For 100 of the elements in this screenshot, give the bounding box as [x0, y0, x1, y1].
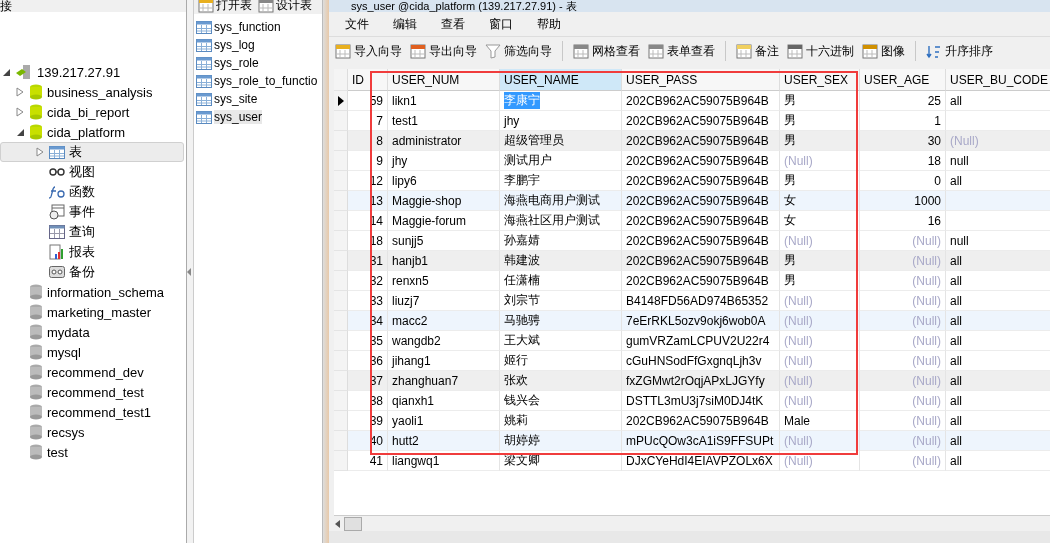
toolbar-button[interactable]: 表单查看: [646, 42, 717, 60]
design-table-icon: [258, 0, 274, 13]
tree-item[interactable]: 查询: [69, 223, 95, 241]
tree-item[interactable]: 139.217.27.91: [37, 64, 121, 80]
scroll-left-icon[interactable]: [334, 519, 342, 528]
column-header[interactable]: USER_AGE: [860, 69, 946, 91]
splitter-arrow-icon[interactable]: [187, 267, 192, 276]
tree-item[interactable]: test: [47, 444, 68, 460]
table-row[interactable]: 9 jhy 测试用户 202CB962AC59075B964B (Null) 18 null: [334, 151, 1050, 171]
tree-item[interactable]: cida_bi_report: [47, 104, 130, 120]
table-list-item[interactable]: sys_function: [214, 20, 281, 34]
table-cell: 202CB962AC59075B964B: [626, 133, 769, 148]
tree-item[interactable]: recommend_dev: [47, 364, 144, 380]
toolbar-button[interactable]: 打开表: [198, 0, 252, 14]
menu-item[interactable]: 编辑: [381, 15, 429, 33]
tree-item[interactable]: 表: [69, 143, 82, 161]
column-header[interactable]: USER_NAME: [500, 69, 622, 91]
toolbar-button[interactable]: 导入向导: [333, 42, 404, 60]
table-cell: (Null): [912, 333, 941, 348]
import-icon: [335, 43, 351, 59]
table-cell: yaoli1: [392, 413, 424, 428]
table-cell: (Null): [912, 413, 941, 428]
table-list-item[interactable]: sys_user: [214, 110, 263, 124]
tree-item[interactable]: 视图: [69, 163, 95, 181]
toolbar-button[interactable]: 十六进制: [785, 42, 856, 60]
table-cell: cGuHNSodFfGxgnqLjh3v: [626, 353, 762, 368]
table-cell: 0: [934, 173, 941, 188]
open-table-icon: [198, 0, 214, 13]
table-cell: 海燕社区用户测试: [504, 212, 600, 229]
selected-tree-row[interactable]: 表: [0, 142, 184, 162]
table-cell: qianxh1: [392, 393, 435, 408]
tree-item[interactable]: 报表: [69, 243, 95, 261]
table-cell: DJxCYeHdI4EIAVPZOLx6X: [626, 453, 773, 468]
table-cell: 马驰骋: [504, 312, 540, 329]
table-cell: Maggie-forum: [392, 213, 467, 228]
table-cell: 202CB962AC59075B964B: [626, 193, 769, 208]
toolbar-button[interactable]: 备注: [734, 42, 781, 60]
current-row-icon: [337, 95, 344, 106]
table-cell: (Null): [784, 153, 813, 168]
table-cell: all: [950, 313, 962, 328]
menu-item[interactable]: 查看: [429, 15, 477, 33]
table-icon: [49, 145, 65, 159]
tree-item[interactable]: mydata: [47, 324, 90, 340]
table-cell: 9: [376, 153, 383, 168]
table-list-item[interactable]: sys_role_to_functio: [214, 74, 318, 88]
tree-item[interactable]: recsys: [47, 424, 85, 440]
tree-item[interactable]: 函数: [69, 183, 95, 201]
tree-item[interactable]: 备份: [69, 263, 95, 281]
toolbar-button[interactable]: 网格查看: [571, 42, 642, 60]
expand-arrow-icon[interactable]: [36, 147, 44, 157]
table-cell: hanjb1: [392, 253, 429, 268]
collapse-arrow-icon[interactable]: [2, 68, 10, 76]
table-cell: 1000: [914, 193, 941, 208]
table-cell: (Null): [912, 393, 941, 408]
tree-item[interactable]: recommend_test: [47, 384, 144, 400]
column-header[interactable]: USER_PASS: [622, 69, 780, 91]
toolbar-button[interactable]: 升序排序: [924, 42, 995, 60]
table-cell: 男: [784, 112, 796, 129]
table-cell: 25: [927, 93, 941, 108]
table-cell: 姬行: [504, 352, 528, 369]
table-cell: 41: [369, 453, 383, 468]
expand-arrow-icon[interactable]: [16, 107, 24, 117]
query-grid-icon: [49, 225, 65, 239]
table-cell: 男: [784, 272, 796, 289]
tree-item[interactable]: recommend_test1: [47, 404, 152, 420]
toolbar-button[interactable]: 设计表: [258, 0, 312, 14]
row-header[interactable]: [334, 91, 348, 111]
column-header[interactable]: USER_NUM: [388, 69, 500, 91]
tree-item[interactable]: mysql: [47, 344, 81, 360]
table-cell: test1: [392, 113, 418, 128]
tree-item[interactable]: business_analysis: [47, 84, 153, 100]
toolbar-button[interactable]: 图像: [860, 42, 907, 60]
table-icon: [196, 20, 212, 34]
table-cell: (Null): [784, 293, 813, 308]
column-header[interactable]: ID: [348, 69, 388, 91]
table-list-item[interactable]: sys_role: [214, 56, 259, 70]
tree-item[interactable]: 事件: [69, 203, 95, 221]
menu-item[interactable]: 文件: [333, 15, 381, 33]
table-cell: 测试用户: [504, 152, 552, 169]
table-cell: 202CB962AC59075B964B: [626, 253, 769, 268]
table-cell: 7eErRKL5ozv9okj6wob0A: [626, 313, 766, 328]
glasses-icon: [49, 167, 65, 177]
collapse-arrow-icon[interactable]: [16, 128, 24, 136]
tree-item[interactable]: marketing_master: [47, 304, 152, 320]
tree-item[interactable]: cida_platform: [47, 124, 126, 140]
table-icon: [196, 92, 212, 106]
toolbar-button[interactable]: 导出向导: [408, 42, 479, 60]
menu-item[interactable]: 窗口: [477, 15, 525, 33]
table-list-item[interactable]: sys_site: [214, 92, 258, 106]
form-icon: [648, 43, 664, 59]
table-cell: 任潇楠: [504, 272, 540, 289]
expand-arrow-icon[interactable]: [16, 87, 24, 97]
scrollbar-thumb[interactable]: [344, 516, 362, 531]
table-list-item[interactable]: sys_log: [214, 38, 255, 52]
table-icon: [196, 110, 212, 124]
tree-item[interactable]: information_schema: [47, 284, 165, 300]
table-row[interactable]: 7 test1 jhy 202CB962AC59075B964B 男 1: [334, 111, 1050, 131]
toolbar-button[interactable]: 筛选向导: [483, 42, 554, 60]
table-row[interactable]: 8 administrator 超级管理员 202CB962AC59075B964B 男 30 (Null): [334, 131, 1050, 151]
menu-item[interactable]: 帮助: [525, 15, 573, 33]
